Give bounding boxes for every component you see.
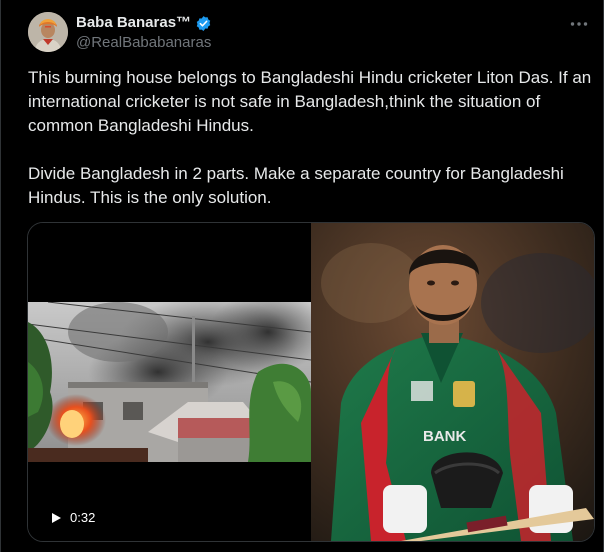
- jersey-sponsor-text: BANK: [423, 428, 466, 445]
- author-info: Baba Banaras™ @RealBababanaras: [76, 14, 212, 53]
- video-left-pane: [28, 223, 311, 541]
- video-player[interactable]: BANK 0:32: [27, 222, 595, 542]
- more-options-button[interactable]: [564, 12, 594, 36]
- tweet-paragraph: Divide Bangladesh in 2 parts. Make a sep…: [28, 164, 564, 207]
- more-horizontal-icon: [570, 22, 588, 26]
- author-display-name[interactable]: Baba Banaras™: [76, 14, 191, 32]
- burning-house-image: [28, 302, 311, 462]
- play-button[interactable]: 0:32: [44, 506, 101, 529]
- tweet-paragraph: This burning house belongs to Bangladesh…: [28, 68, 592, 135]
- profile-photo-icon: [28, 12, 68, 52]
- tweet-text: This burning house belongs to Bangladesh…: [28, 66, 594, 210]
- author-handle[interactable]: @RealBababanaras: [76, 33, 212, 53]
- verified-badge-icon: [195, 15, 212, 32]
- play-icon: [52, 512, 61, 523]
- video-duration: 0:32: [70, 510, 96, 525]
- timeline-left-border: [0, 0, 1, 552]
- avatar[interactable]: [28, 12, 68, 52]
- tweet-header: Baba Banaras™ @RealBababanaras: [28, 12, 594, 54]
- cricketer-image: BANK: [311, 223, 594, 541]
